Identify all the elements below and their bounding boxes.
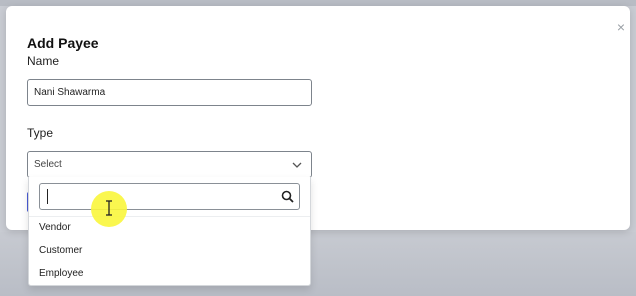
- type-dropdown-menu: Vendor Customer Employee: [28, 177, 311, 286]
- option-customer[interactable]: Customer: [29, 240, 310, 262]
- chevron-down-icon: [292, 162, 302, 168]
- name-input[interactable]: [27, 79, 312, 106]
- close-icon[interactable]: ×: [614, 20, 628, 34]
- text-caret: [47, 189, 48, 204]
- text-cursor-icon: [106, 200, 112, 216]
- dropdown-search[interactable]: [39, 183, 300, 210]
- type-select-value: Select: [34, 159, 62, 170]
- search-icon[interactable]: [281, 190, 294, 203]
- option-vendor[interactable]: Vendor: [29, 217, 310, 239]
- dropdown-search-input[interactable]: [44, 186, 274, 207]
- modal-title: Add Payee: [27, 35, 99, 51]
- option-employee[interactable]: Employee: [29, 263, 310, 285]
- name-label: Name: [27, 54, 60, 68]
- type-select[interactable]: Select: [27, 151, 312, 178]
- type-label: Type: [27, 126, 54, 140]
